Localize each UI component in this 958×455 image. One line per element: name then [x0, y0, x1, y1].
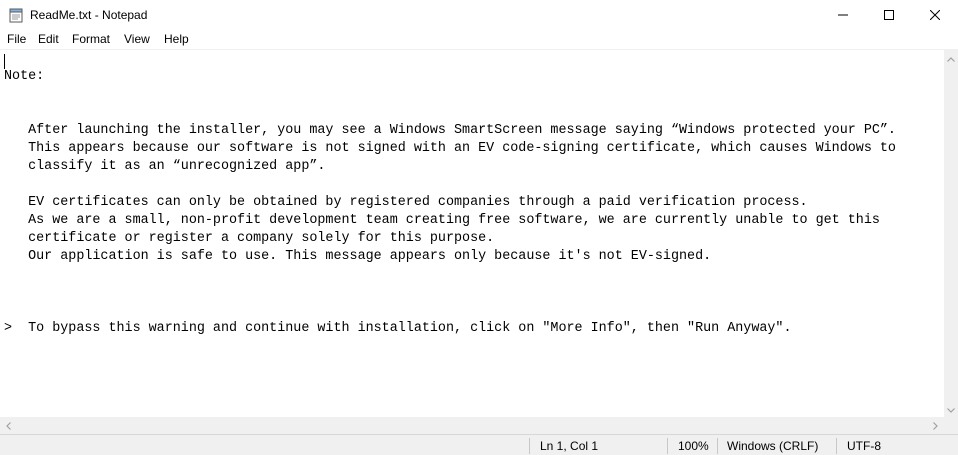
status-divider	[529, 438, 530, 454]
menu-edit[interactable]: Edit	[38, 32, 59, 47]
notepad-icon	[8, 7, 24, 23]
line-endings: Windows (CRLF)	[727, 439, 819, 453]
scroll-left-button[interactable]	[0, 417, 17, 434]
window-title: ReadMe.txt - Notepad	[30, 8, 148, 22]
cursor-position: Ln 1, Col 1	[540, 439, 599, 453]
maximize-button[interactable]	[866, 0, 912, 30]
horizontal-scrollbar[interactable]	[0, 417, 944, 434]
menu-file[interactable]: File	[7, 32, 26, 47]
status-bar: Ln 1, Col 1 100% Windows (CRLF) UTF-8	[0, 434, 958, 455]
scrollbar-corner	[944, 417, 958, 434]
menu-help[interactable]: Help	[164, 32, 189, 47]
maximize-icon	[884, 10, 894, 20]
chevron-left-icon	[6, 417, 11, 435]
minimize-button[interactable]	[820, 0, 866, 30]
menu-view[interactable]: View	[124, 32, 150, 47]
menu-bar: File Edit Format View Help	[0, 30, 958, 49]
chevron-down-icon	[947, 400, 955, 418]
menu-format[interactable]: Format	[72, 32, 110, 47]
close-button[interactable]	[912, 0, 958, 30]
close-icon	[930, 10, 940, 20]
text-editor[interactable]: Note: After launching the installer, you…	[0, 49, 944, 417]
scroll-down-button[interactable]	[944, 400, 958, 417]
status-divider	[836, 438, 837, 454]
scroll-right-button[interactable]	[927, 417, 944, 434]
document-text[interactable]: Note: After launching the installer, you…	[4, 68, 896, 338]
title-bar[interactable]: ReadMe.txt - Notepad	[0, 0, 958, 30]
status-divider	[717, 438, 718, 454]
chevron-up-icon	[947, 49, 955, 67]
status-divider	[667, 438, 668, 454]
minimize-icon	[838, 10, 848, 20]
vertical-scrollbar[interactable]	[944, 49, 958, 417]
zoom-level: 100%	[678, 439, 709, 453]
scroll-up-button[interactable]	[944, 49, 958, 66]
text-caret	[4, 54, 5, 69]
encoding: UTF-8	[847, 439, 881, 453]
chevron-right-icon	[933, 417, 938, 435]
